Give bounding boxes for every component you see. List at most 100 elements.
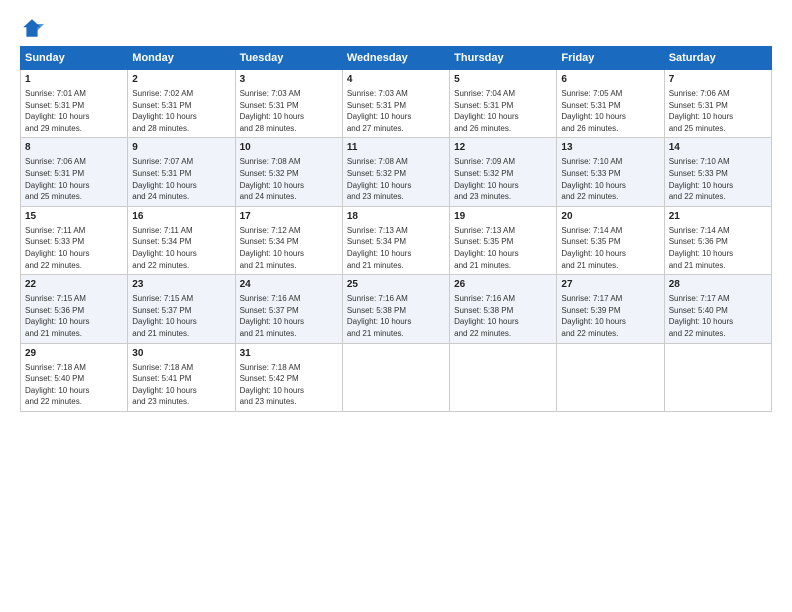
- cell-info-line: Daylight: 10 hours: [132, 316, 230, 328]
- calendar-cell: 21Sunrise: 7:14 AMSunset: 5:36 PMDayligh…: [664, 206, 771, 274]
- calendar-cell: 11Sunrise: 7:08 AMSunset: 5:32 PMDayligh…: [342, 138, 449, 206]
- cell-info-line: Sunset: 5:33 PM: [561, 168, 659, 180]
- day-number: 11: [347, 141, 445, 155]
- calendar-cell: 31Sunrise: 7:18 AMSunset: 5:42 PMDayligh…: [235, 343, 342, 411]
- day-number: 15: [25, 210, 123, 224]
- calendar-cell: 10Sunrise: 7:08 AMSunset: 5:32 PMDayligh…: [235, 138, 342, 206]
- calendar-cell: 17Sunrise: 7:12 AMSunset: 5:34 PMDayligh…: [235, 206, 342, 274]
- calendar-cell: 27Sunrise: 7:17 AMSunset: 5:39 PMDayligh…: [557, 275, 664, 343]
- cell-info-line: Sunrise: 7:05 AM: [561, 88, 659, 100]
- cell-info-line: and 23 minutes.: [347, 191, 445, 203]
- cell-info-line: Daylight: 10 hours: [25, 248, 123, 260]
- cell-info-line: Sunset: 5:31 PM: [240, 100, 338, 112]
- cell-info-line: and 21 minutes.: [347, 328, 445, 340]
- cell-info-line: and 21 minutes.: [240, 260, 338, 272]
- cell-info-line: Sunrise: 7:07 AM: [132, 156, 230, 168]
- cell-info-line: Sunset: 5:38 PM: [454, 305, 552, 317]
- day-number: 8: [25, 141, 123, 155]
- day-number: 23: [132, 278, 230, 292]
- cell-info-line: Daylight: 10 hours: [132, 111, 230, 123]
- cell-info-line: Daylight: 10 hours: [561, 248, 659, 260]
- cell-info-line: and 22 minutes.: [669, 328, 767, 340]
- calendar-cell: 16Sunrise: 7:11 AMSunset: 5:34 PMDayligh…: [128, 206, 235, 274]
- cell-info-line: Sunrise: 7:18 AM: [25, 362, 123, 374]
- cell-info-line: Sunrise: 7:15 AM: [25, 293, 123, 305]
- cell-info-line: Daylight: 10 hours: [240, 248, 338, 260]
- header-cell-friday: Friday: [557, 47, 664, 70]
- calendar-cell: 9Sunrise: 7:07 AMSunset: 5:31 PMDaylight…: [128, 138, 235, 206]
- cell-info-line: and 21 minutes.: [454, 260, 552, 272]
- cell-info-line: Sunset: 5:31 PM: [561, 100, 659, 112]
- cell-info-line: Sunset: 5:31 PM: [454, 100, 552, 112]
- header-cell-wednesday: Wednesday: [342, 47, 449, 70]
- cell-info-line: Sunrise: 7:11 AM: [132, 225, 230, 237]
- day-number: 18: [347, 210, 445, 224]
- cell-info-line: Sunset: 5:41 PM: [132, 373, 230, 385]
- cell-info-line: Daylight: 10 hours: [454, 316, 552, 328]
- cell-info-line: Sunset: 5:34 PM: [347, 236, 445, 248]
- cell-info-line: Sunset: 5:33 PM: [669, 168, 767, 180]
- cell-info-line: Sunrise: 7:18 AM: [132, 362, 230, 374]
- calendar-cell: 3Sunrise: 7:03 AMSunset: 5:31 PMDaylight…: [235, 70, 342, 138]
- day-number: 12: [454, 141, 552, 155]
- cell-info-line: Sunset: 5:40 PM: [669, 305, 767, 317]
- cell-info-line: Daylight: 10 hours: [240, 385, 338, 397]
- calendar-cell: 22Sunrise: 7:15 AMSunset: 5:36 PMDayligh…: [21, 275, 128, 343]
- cell-info-line: and 25 minutes.: [669, 123, 767, 135]
- day-number: 3: [240, 73, 338, 87]
- cell-info-line: Daylight: 10 hours: [132, 385, 230, 397]
- week-row-1: 1Sunrise: 7:01 AMSunset: 5:31 PMDaylight…: [21, 70, 772, 138]
- calendar-cell: 4Sunrise: 7:03 AMSunset: 5:31 PMDaylight…: [342, 70, 449, 138]
- week-row-4: 22Sunrise: 7:15 AMSunset: 5:36 PMDayligh…: [21, 275, 772, 343]
- cell-info-line: Sunset: 5:34 PM: [132, 236, 230, 248]
- day-number: 1: [25, 73, 123, 87]
- header-cell-thursday: Thursday: [450, 47, 557, 70]
- calendar-cell: [342, 343, 449, 411]
- calendar-cell: 8Sunrise: 7:06 AMSunset: 5:31 PMDaylight…: [21, 138, 128, 206]
- calendar-cell: 6Sunrise: 7:05 AMSunset: 5:31 PMDaylight…: [557, 70, 664, 138]
- cell-info-line: Sunrise: 7:10 AM: [669, 156, 767, 168]
- page: SundayMondayTuesdayWednesdayThursdayFrid…: [0, 0, 792, 612]
- cell-info-line: and 21 minutes.: [347, 260, 445, 272]
- calendar-cell: 30Sunrise: 7:18 AMSunset: 5:41 PMDayligh…: [128, 343, 235, 411]
- cell-info-line: Sunset: 5:36 PM: [25, 305, 123, 317]
- cell-info-line: and 21 minutes.: [561, 260, 659, 272]
- cell-info-line: Sunset: 5:40 PM: [25, 373, 123, 385]
- cell-info-line: Sunrise: 7:16 AM: [347, 293, 445, 305]
- cell-info-line: Daylight: 10 hours: [347, 248, 445, 260]
- header-cell-sunday: Sunday: [21, 47, 128, 70]
- calendar-table: SundayMondayTuesdayWednesdayThursdayFrid…: [20, 46, 772, 412]
- cell-info-line: and 29 minutes.: [25, 123, 123, 135]
- day-number: 30: [132, 347, 230, 361]
- day-number: 25: [347, 278, 445, 292]
- calendar-cell: 7Sunrise: 7:06 AMSunset: 5:31 PMDaylight…: [664, 70, 771, 138]
- cell-info-line: and 21 minutes.: [132, 328, 230, 340]
- cell-info-line: Sunset: 5:31 PM: [347, 100, 445, 112]
- cell-info-line: and 21 minutes.: [25, 328, 123, 340]
- cell-info-line: Sunset: 5:35 PM: [454, 236, 552, 248]
- cell-info-line: Sunrise: 7:13 AM: [347, 225, 445, 237]
- cell-info-line: and 25 minutes.: [25, 191, 123, 203]
- cell-info-line: Sunrise: 7:08 AM: [240, 156, 338, 168]
- cell-info-line: Sunset: 5:31 PM: [669, 100, 767, 112]
- cell-info-line: Daylight: 10 hours: [669, 248, 767, 260]
- cell-info-line: Daylight: 10 hours: [561, 111, 659, 123]
- day-number: 2: [132, 73, 230, 87]
- cell-info-line: Daylight: 10 hours: [240, 316, 338, 328]
- day-number: 31: [240, 347, 338, 361]
- calendar-cell: 2Sunrise: 7:02 AMSunset: 5:31 PMDaylight…: [128, 70, 235, 138]
- cell-info-line: Sunrise: 7:18 AM: [240, 362, 338, 374]
- cell-info-line: and 22 minutes.: [561, 191, 659, 203]
- cell-info-line: Sunset: 5:32 PM: [454, 168, 552, 180]
- calendar-cell: 25Sunrise: 7:16 AMSunset: 5:38 PMDayligh…: [342, 275, 449, 343]
- cell-info-line: and 22 minutes.: [561, 328, 659, 340]
- cell-info-line: Sunrise: 7:04 AM: [454, 88, 552, 100]
- cell-info-line: and 23 minutes.: [132, 396, 230, 408]
- day-number: 10: [240, 141, 338, 155]
- header-cell-tuesday: Tuesday: [235, 47, 342, 70]
- cell-info-line: Daylight: 10 hours: [347, 316, 445, 328]
- cell-info-line: Daylight: 10 hours: [347, 111, 445, 123]
- cell-info-line: Sunset: 5:31 PM: [132, 100, 230, 112]
- day-number: 7: [669, 73, 767, 87]
- cell-info-line: Daylight: 10 hours: [132, 248, 230, 260]
